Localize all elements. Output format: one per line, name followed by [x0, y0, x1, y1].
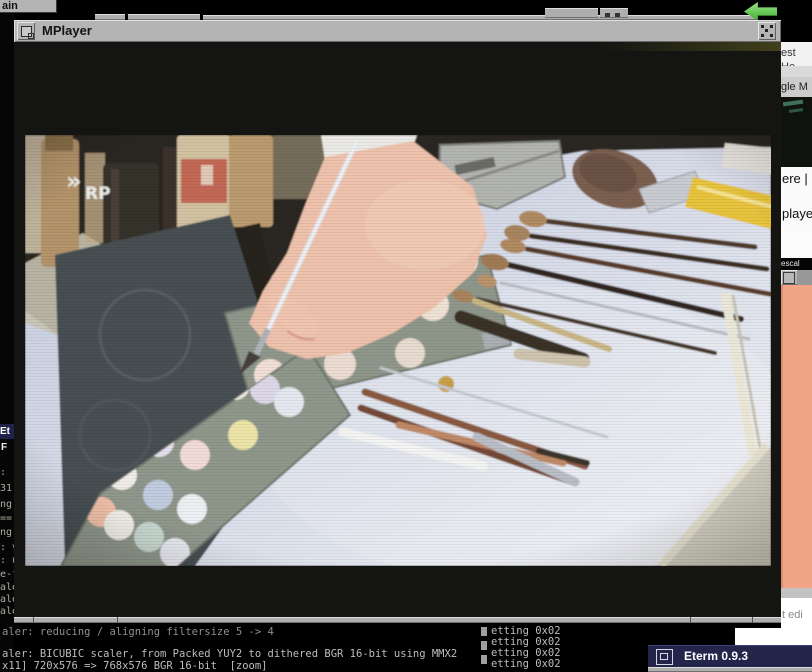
small-window-titlebar[interactable] [781, 270, 812, 285]
menu-box-icon [660, 653, 668, 660]
toolbar-gap [781, 66, 812, 77]
left-frag: ng [0, 499, 12, 510]
mplayer-titlebar[interactable]: MPlayer [14, 20, 781, 42]
scrollbar-segment[interactable] [481, 627, 487, 636]
tab-glyph [615, 13, 620, 17]
tab-glyph [605, 13, 610, 17]
caption-fragment: t edi [781, 598, 812, 645]
left-eterm-title-text: Et [0, 426, 10, 437]
window-menu-button[interactable] [17, 22, 35, 40]
video-noise-tint [600, 42, 781, 51]
page-text-fragment: ere | playe [781, 167, 812, 228]
image-streak [789, 108, 803, 113]
page-text2: playe [782, 206, 812, 221]
eterm-menu-button[interactable] [656, 649, 673, 665]
video-frame: » RP [25, 135, 771, 566]
fvwm-main-button[interactable]: ain [0, 0, 57, 13]
statusbar-fragment: escal [781, 258, 812, 270]
white-popup-fragment [735, 628, 781, 646]
frame-divider [690, 617, 691, 623]
image-streak [783, 100, 803, 107]
mplayer-video-area[interactable]: » RP [14, 42, 781, 617]
scrollbar-segment[interactable] [481, 641, 487, 650]
resize-dots-icon [761, 25, 773, 37]
desktop: Et F : ( 31: ng == ng : v : u e-f ale al… [0, 0, 812, 672]
bookmark-bar-fragment[interactable]: est He [781, 42, 812, 66]
vignette [25, 135, 771, 566]
console-line: x11] 720x576 => 768x576 BGR 16-bit [zoom… [2, 660, 268, 672]
mplayer-window: MPlayer [14, 20, 781, 623]
console-line: aler: reducing / aligning filtersize 5 -… [2, 626, 274, 638]
console-line: aler: BICUBIC scaler, from Packed YUY2 t… [2, 648, 457, 660]
frame-divider [117, 617, 118, 623]
left-menu-fragment: F [1, 442, 7, 453]
caption-text: t edi [782, 609, 803, 621]
left-eterm-titlebar-fragment[interactable]: Et [0, 424, 14, 439]
eterm-title: Eterm 0.9.3 [684, 645, 748, 667]
status-text: escal [781, 259, 800, 268]
page-white-fragment [781, 228, 812, 258]
page-text1: ere | [782, 171, 808, 186]
menu-box-icon [21, 26, 32, 37]
main-button-label: ain [2, 0, 18, 12]
video-picture: » RP [25, 135, 771, 566]
frame-divider [33, 617, 34, 623]
window-title: MPlayer [42, 20, 92, 42]
page-image-fragment [781, 97, 812, 167]
background-window-tab[interactable] [600, 8, 628, 18]
right-window-sliver: est He gle M ere | playe escal t edi [781, 0, 812, 672]
mplayer-bottom-frame[interactable] [14, 617, 781, 623]
bookmark2-text: gle M [781, 81, 808, 93]
frame-divider [752, 617, 753, 623]
console2-line: etting 0x02 [491, 658, 561, 670]
left-frag: == [0, 513, 12, 524]
left-frag: ng [0, 527, 12, 538]
bookmark2-fragment[interactable]: gle M [781, 77, 812, 97]
eterm-top-frame [648, 667, 812, 672]
eterm-titlebar[interactable]: Eterm 0.9.3 [648, 645, 812, 667]
orange-image-fragment [781, 285, 812, 588]
scrollbar-segment[interactable] [481, 655, 487, 664]
window-resize-button[interactable] [758, 22, 776, 40]
small-menu-box-icon[interactable] [783, 272, 795, 284]
gray-strip-fragment [781, 588, 812, 598]
background-window-tab[interactable] [545, 8, 598, 18]
titlebar-shade [797, 270, 812, 285]
